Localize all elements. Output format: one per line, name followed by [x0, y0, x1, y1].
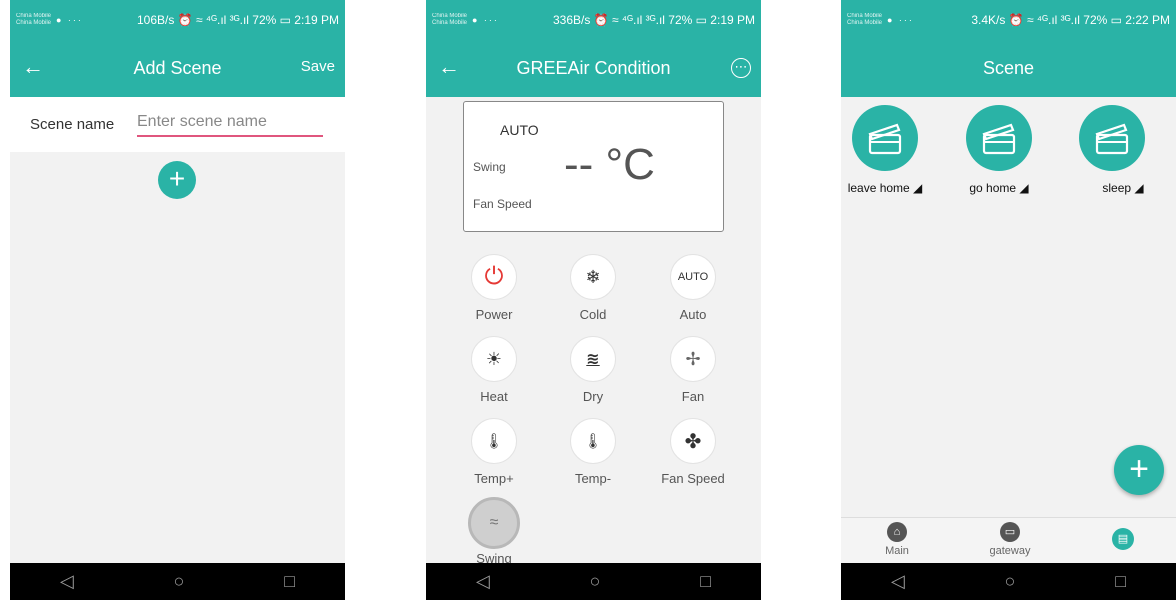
status-text: 106B/s ⏰ ≈ ⁴ᴳ.ıl ³ᴳ.ıl 72% ▭ 2:19 PM [137, 13, 339, 27]
system-nav-bar: ◁ ○ □ [841, 563, 1176, 600]
carrier-label: China Mobile [432, 13, 468, 19]
temp-down-control[interactable]: 🌡 Temp- [553, 418, 633, 486]
scene-name-input[interactable] [137, 109, 323, 137]
nav-home-icon[interactable]: ○ [1005, 571, 1016, 592]
thermometer-plus-icon[interactable]: 🌡 [471, 418, 517, 464]
fan-speed-text: Fan Speed [473, 197, 532, 211]
nav-back-icon[interactable]: ◁ [891, 571, 905, 592]
page-title: GREEAir Condition [516, 58, 671, 78]
control-label: Temp- [574, 471, 612, 486]
page-title: Scene [982, 58, 1035, 78]
ac-status-display: AUTO Swing Fan Speed -- °C [463, 101, 724, 232]
nav-back-icon[interactable]: ◁ [476, 571, 490, 592]
tab-label: gateway [989, 545, 1031, 557]
carrier-label: China Mobile [16, 20, 52, 26]
scene-name: sleep ◢ [1102, 181, 1144, 195]
clapperboard-icon [966, 105, 1032, 171]
scene-name-row: Scene name [10, 97, 345, 152]
app-bar: ← GREEAir Condition ⋯ [426, 40, 761, 97]
heat-control[interactable]: ☀ Heat [454, 336, 534, 404]
carrier-label: China Mobile [16, 13, 52, 19]
scene-list-screen: China Mobile China Mobile ● ··· 3.4K/s ⏰ … [841, 0, 1176, 600]
swing-text: Swing [473, 160, 506, 174]
mode-text: AUTO [500, 122, 539, 138]
tab-main[interactable]: ⌂ Main [867, 522, 927, 557]
app-bar: ← Add Scene Save [10, 40, 345, 97]
power-control[interactable]: ⏻ Power [454, 254, 534, 322]
fan-icon[interactable]: ✢ [670, 336, 716, 382]
notification-icons: ● ··· [887, 15, 914, 25]
control-label: Dry [582, 389, 604, 404]
page-title: Add Scene [133, 58, 222, 78]
scene-item-go-home[interactable]: go home ◢ [949, 105, 1049, 195]
tab-scene[interactable]: ▤ [1093, 528, 1153, 550]
status-bar: China Mobile China Mobile ● ··· 106B/s ⏰ … [10, 0, 345, 40]
app-bar: Scene [841, 40, 1176, 97]
scene-name: go home ◢ [969, 181, 1029, 195]
control-label: Fan Speed [661, 471, 725, 486]
system-nav-bar: ◁ ○ □ [10, 563, 345, 600]
dry-icon[interactable]: ≋ [570, 336, 616, 382]
control-label: Power [475, 307, 513, 322]
notification-icons: ● ··· [472, 15, 499, 25]
fan-speed-control[interactable]: ✤ Fan Speed [653, 418, 733, 486]
clapperboard-icon: ▤ [1112, 528, 1134, 550]
status-text: 3.4K/s ⏰ ≈ ⁴ᴳ.ıl ³ᴳ.ıl 72% ▭ 2:22 PM [971, 13, 1170, 27]
thermometer-minus-icon[interactable]: 🌡 [570, 418, 616, 464]
bottom-tab-bar: ⌂ Main ▭ gateway ▤ [841, 517, 1176, 563]
save-button[interactable]: Save [301, 58, 335, 75]
sun-icon[interactable]: ☀ [471, 336, 517, 382]
auto-control[interactable]: AUTO Auto [653, 254, 733, 322]
status-bar: China Mobile China Mobile ● ··· 3.4K/s ⏰ … [841, 0, 1176, 40]
control-label: Heat [480, 389, 508, 404]
more-options-icon[interactable]: ⋯ [731, 58, 751, 78]
fan-control[interactable]: ✢ Fan [653, 336, 733, 404]
add-device-button[interactable]: + [158, 161, 196, 199]
snowflake-icon[interactable]: ❄ [570, 254, 616, 300]
clapperboard-icon [1079, 105, 1145, 171]
scene-name-label: Scene name [30, 116, 115, 133]
fan-speed-icon[interactable]: ✤ [670, 418, 716, 464]
control-label: Cold [579, 307, 607, 322]
temperature-readout: -- °C [564, 140, 655, 189]
add-scene-button[interactable]: + [1114, 445, 1164, 495]
nav-recent-icon[interactable]: □ [700, 571, 711, 592]
add-scene-screen: China Mobile China Mobile ● ··· 106B/s ⏰ … [10, 0, 345, 600]
nav-home-icon[interactable]: ○ [590, 571, 601, 592]
nav-back-icon[interactable]: ◁ [60, 571, 74, 592]
clapperboard-icon [852, 105, 918, 171]
swing-control[interactable]: ≈ Swing [454, 497, 534, 566]
air-condition-screen: China Mobile China Mobile ● ··· 336B/s ⏰ … [426, 0, 761, 600]
scene-name: leave home ◢ [847, 181, 923, 195]
home-icon: ⌂ [887, 522, 907, 542]
carrier-label: China Mobile [847, 20, 883, 26]
swing-icon[interactable]: ≈ [468, 497, 520, 549]
control-label: Auto [679, 307, 707, 322]
nav-home-icon[interactable]: ○ [174, 571, 185, 592]
scene-item-sleep[interactable]: sleep ◢ [1062, 105, 1162, 195]
auto-icon[interactable]: AUTO [670, 254, 716, 300]
back-arrow-icon[interactable]: ← [22, 54, 44, 80]
nav-recent-icon[interactable]: □ [284, 571, 295, 592]
temp-up-control[interactable]: 🌡 Temp+ [454, 418, 534, 486]
carrier-label: China Mobile [432, 20, 468, 26]
nav-recent-icon[interactable]: □ [1115, 571, 1126, 592]
control-label: Temp+ [474, 471, 514, 486]
back-arrow-icon[interactable]: ← [438, 54, 460, 80]
tab-label: Main [885, 545, 909, 557]
scene-item-leave-home[interactable]: leave home ◢ [841, 105, 935, 195]
control-label: Fan [681, 389, 705, 404]
power-icon[interactable]: ⏻ [471, 254, 517, 300]
gateway-icon: ▭ [1000, 522, 1020, 542]
dry-control[interactable]: ≋ Dry [553, 336, 633, 404]
tab-gateway[interactable]: ▭ gateway [980, 522, 1040, 557]
system-nav-bar: ◁ ○ □ [426, 563, 761, 600]
notification-icons: ● ··· [56, 15, 83, 25]
status-text: 336B/s ⏰ ≈ ⁴ᴳ.ıl ³ᴳ.ıl 72% ▭ 2:19 PM [553, 13, 755, 27]
cold-control[interactable]: ❄ Cold [553, 254, 633, 322]
carrier-label: China Mobile [847, 13, 883, 19]
status-bar: China Mobile China Mobile ● ··· 336B/s ⏰ … [426, 0, 761, 40]
